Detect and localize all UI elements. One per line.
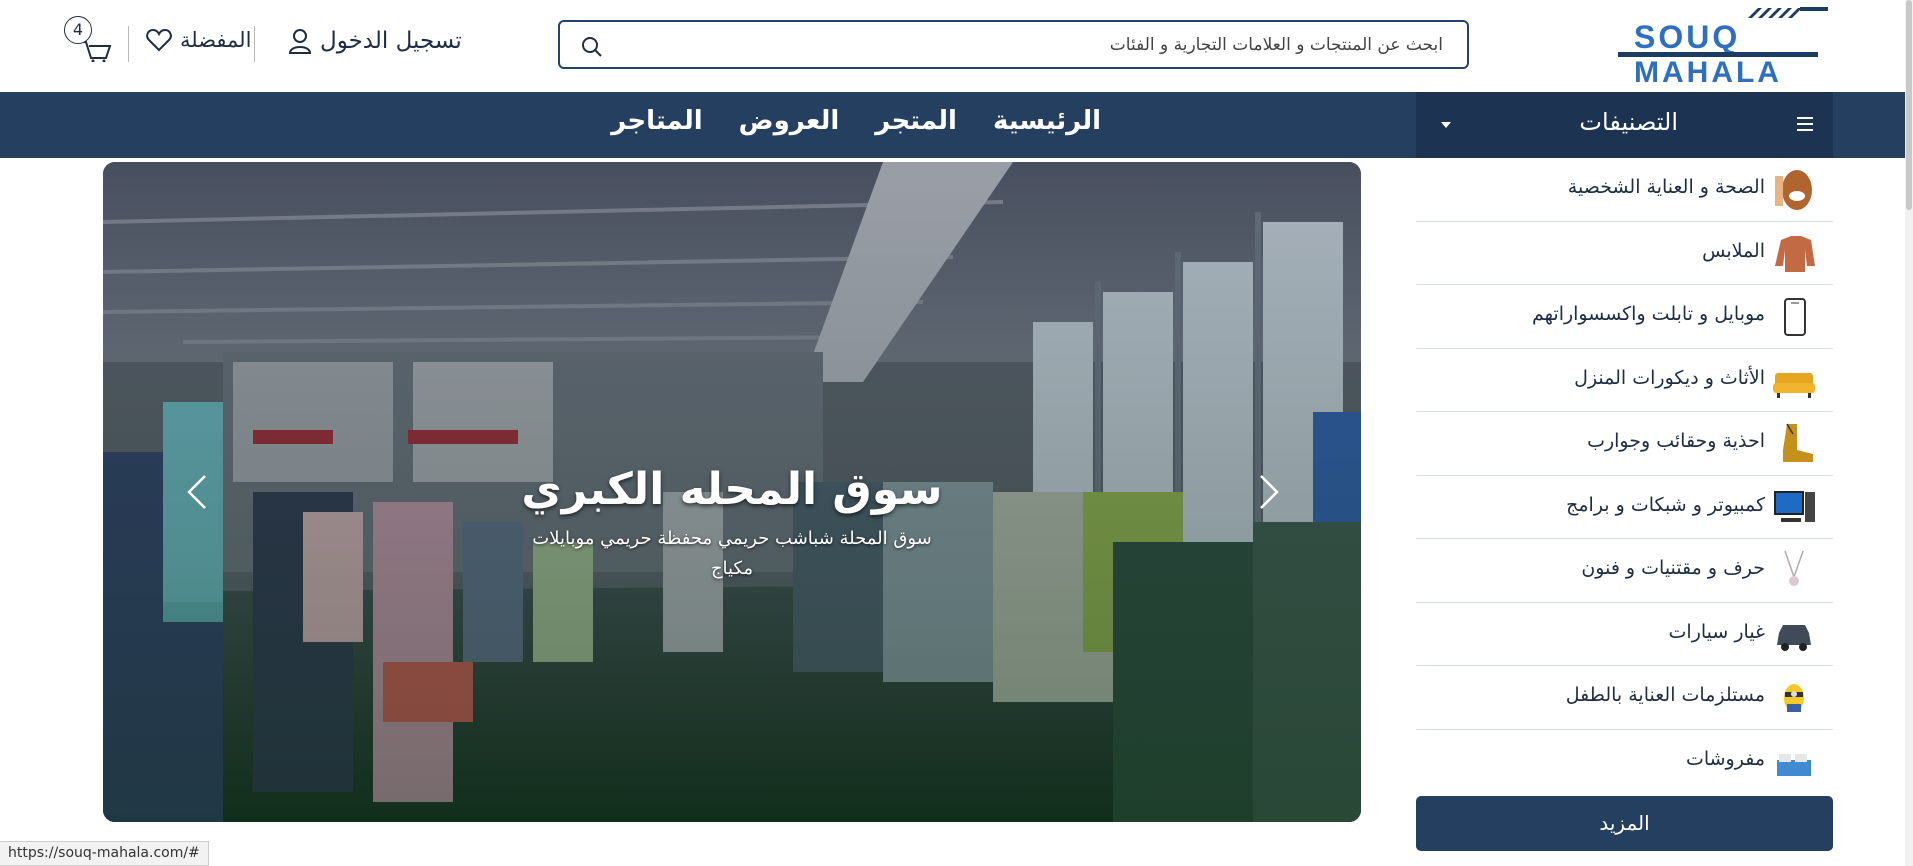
phone-icon (1784, 298, 1806, 336)
site-logo[interactable]: SOUQ MAHALA (1612, 4, 1838, 89)
header-divider (254, 26, 255, 62)
category-item[interactable]: كمبيوتر و شبكات و برامج (1416, 476, 1833, 539)
category-label: احذية وحقائب وجوارب (1587, 430, 1765, 452)
category-label: كمبيوتر و شبكات و برامج (1566, 493, 1765, 516)
cart-button[interactable]: 4 (64, 16, 114, 62)
category-label: الصحة و العناية الشخصية (1567, 176, 1765, 198)
baby-toy-icon (1784, 684, 1804, 712)
category-label: غيار سيارات (1668, 620, 1765, 643)
nav-links: الرئيسية المتجر العروض المتاجر (611, 106, 1101, 136)
heart-icon (146, 28, 172, 52)
sofa-icon (1773, 372, 1815, 398)
category-item[interactable]: الصحة و العناية الشخصية (1416, 158, 1833, 222)
category-label: حرف و مقتنيات و فنون (1581, 557, 1765, 579)
nav-store[interactable]: المتجر (875, 106, 957, 136)
more-categories-button[interactable]: المزيد (1416, 796, 1833, 851)
nav-home[interactable]: الرئيسية (993, 106, 1101, 136)
chevron-right-icon[interactable] (1253, 472, 1283, 512)
category-item[interactable]: الأثاث و ديكورات المنزل (1416, 349, 1833, 412)
search-box[interactable]: ابحث عن المنتجات و العلامات التجارية و ا… (558, 20, 1469, 69)
category-label: الأثاث و ديكورات المنزل (1574, 366, 1765, 389)
categories-toggle[interactable]: التصنيفات (1416, 92, 1833, 158)
search-icon[interactable] (580, 35, 604, 59)
page-scrollbar[interactable] (1905, 0, 1913, 866)
status-bar-url: https://souq-mahala.com/# (0, 841, 209, 866)
user-icon (288, 29, 312, 54)
caret-down-icon (1441, 122, 1451, 128)
logo-text-souq: SOUQ (1634, 19, 1740, 55)
scrollbar-thumb[interactable] (1906, 0, 1912, 210)
logo-text-mahala: MAHALA (1634, 56, 1782, 84)
category-list: الصحة و العناية الشخصية الملابس موبايل و… (1416, 158, 1833, 793)
car-icon (1777, 624, 1811, 651)
category-label: مفروشات (1685, 747, 1765, 770)
main-navbar: التصنيفات الرئيسية المتجر العروض المتاجر (0, 92, 1913, 158)
login-label: تسجيل الدخول (320, 28, 462, 54)
hero-title: سوق المحله الكبري (521, 464, 943, 515)
boot-icon (1783, 423, 1813, 462)
chevron-left-icon[interactable] (183, 472, 213, 512)
necklace-icon (1784, 550, 1804, 586)
nav-shops[interactable]: المتاجر (611, 106, 702, 136)
nav-offers[interactable]: العروض (739, 106, 840, 136)
category-item[interactable]: حرف و مقتنيات و فنون (1416, 539, 1833, 603)
categories-label: التصنيفات (1579, 108, 1678, 136)
bed-icon (1777, 753, 1811, 776)
category-item[interactable]: احذية وحقائب وجوارب (1416, 412, 1833, 476)
hero-slider[interactable]: سوق المحله الكبري سوق المحلة شباشب حريمي… (103, 162, 1361, 822)
face-care-icon (1775, 170, 1812, 210)
computer-icon (1774, 490, 1815, 522)
header-divider (128, 26, 129, 62)
category-item[interactable]: غيار سيارات (1416, 603, 1833, 666)
category-item[interactable]: مفروشات (1416, 730, 1833, 794)
category-label: مستلزمات العناية بالطفل (1565, 684, 1765, 706)
category-item[interactable]: مستلزمات العناية بالطفل (1416, 666, 1833, 730)
category-item[interactable]: موبايل و تابلت واكسسواراتهم (1416, 285, 1833, 349)
cart-count-badge: 4 (64, 16, 92, 44)
favorites-label: المفضلة (180, 28, 252, 52)
site-header: SOUQ MAHALA ابحث عن المنتجات و العلامات … (0, 0, 1913, 92)
favorites-link[interactable]: المفضلة (146, 28, 251, 52)
menu-icon (1797, 117, 1813, 131)
login-link[interactable]: تسجيل الدخول (288, 28, 462, 54)
category-label: موبايل و تابلت واكسسواراتهم (1532, 303, 1765, 325)
category-item[interactable]: الملابس (1416, 222, 1833, 285)
sweater-icon (1775, 235, 1815, 272)
hero-subtitle: سوق المحلة شباشب حريمي محفظة حريمي موباي… (532, 528, 932, 579)
category-label: الملابس (1702, 239, 1765, 262)
search-input[interactable]: ابحث عن المنتجات و العلامات التجارية و ا… (1110, 35, 1443, 55)
